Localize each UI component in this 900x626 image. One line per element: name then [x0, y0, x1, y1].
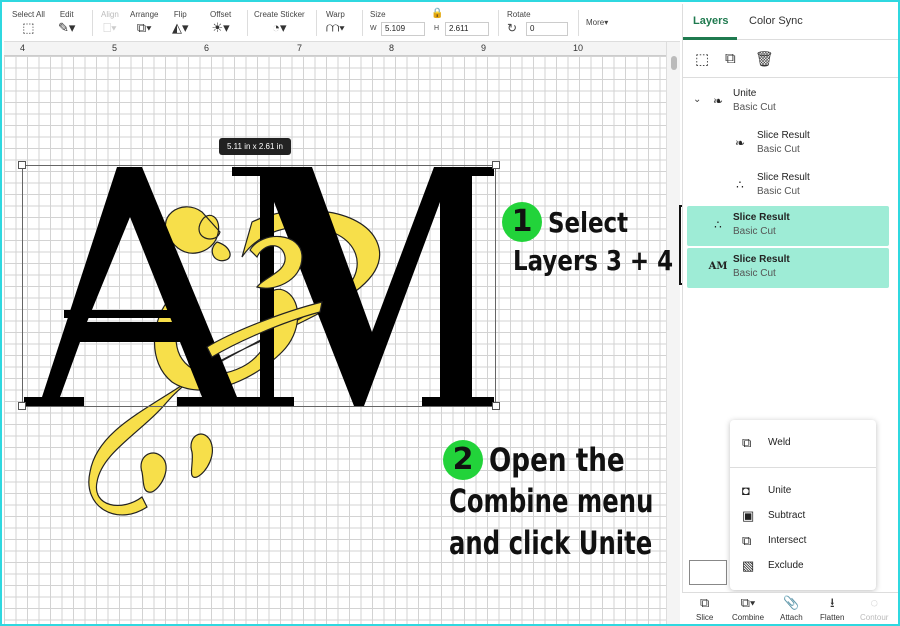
layer-type: Basic Cut	[733, 102, 776, 113]
unite-icon: ◘	[742, 483, 750, 498]
layer-thumbnail: AM	[708, 261, 728, 272]
layer-type: Basic Cut	[757, 144, 800, 155]
menu-item-label: Exclude	[768, 560, 804, 571]
weld-icon: ⧉	[742, 435, 752, 450]
slice-button[interactable]: ⧉ Slice	[696, 595, 713, 622]
chevron-down-icon[interactable]: ⌄	[693, 94, 701, 105]
screenshot-frame: Select All ⬚ Edit ✎▾ Align ⎕▾ Arrange ⧉▾…	[0, 0, 900, 626]
selection-dimension-label: 5.11 in x 2.61 in	[219, 138, 291, 155]
layer-thumbnail: ❧	[734, 136, 746, 150]
layer-thumbnail: ❧	[712, 94, 724, 108]
step-2-line-2: Combine menu	[449, 482, 654, 520]
layer-item-slice-result-selected[interactable]: ∴ Slice Result Basic Cut	[687, 206, 889, 246]
menu-item-weld[interactable]: ⧉ Weld	[730, 431, 876, 455]
bottom-action-bar: ⧉ Slice ⧉▾ Combine 📎 Attach ⭳ Flatten ◌ …	[682, 592, 898, 624]
contour-label: Contour	[860, 613, 889, 622]
flatten-icon: ⭳	[829, 595, 835, 610]
vertical-scrollbar[interactable]	[666, 42, 680, 624]
canvas-color-swatch[interactable]	[689, 560, 727, 585]
attach-icon: 📎	[783, 595, 800, 610]
combine-button[interactable]: ⧉▾ Combine	[732, 595, 764, 622]
layer-thumbnail: ∴	[736, 178, 744, 192]
group-icon[interactable]: ⬚	[695, 50, 709, 68]
menu-item-exclude[interactable]: ▧ Exclude	[730, 554, 876, 578]
step-2-badge: 2	[443, 440, 483, 480]
step-1-annotation: 1 Select	[502, 202, 645, 242]
step-2-line-1: Open the	[488, 441, 625, 479]
tab-layers[interactable]: Layers	[693, 15, 728, 27]
flatten-button[interactable]: ⭳ Flatten	[820, 595, 844, 622]
combine-label: Combine	[732, 613, 765, 622]
attach-button[interactable]: 📎 Attach	[780, 595, 803, 622]
attach-label: Attach	[780, 613, 803, 622]
menu-divider	[730, 467, 876, 468]
resize-handle-top-right[interactable]	[492, 161, 500, 169]
selection-bounding-box[interactable]	[22, 165, 496, 407]
layer-item-unite[interactable]: ❧ Unite Basic Cut	[707, 82, 893, 122]
layer-item-slice-result[interactable]: ∴ Slice Result Basic Cut	[729, 166, 893, 206]
intersect-icon: ⧉	[742, 533, 752, 548]
layer-item-slice-result[interactable]: ❧ Slice Result Basic Cut	[729, 124, 893, 164]
menu-item-label: Weld	[768, 437, 791, 448]
contour-icon: ◌	[870, 595, 879, 610]
step-1-badge: 1	[502, 202, 542, 242]
combine-menu: ⧉ Weld ◘ Unite ▣ Subtract ⧉ Intersect ▧ …	[730, 420, 876, 590]
resize-handle-bottom-left[interactable]	[18, 402, 26, 410]
step-2-line-3: and click Unite	[449, 524, 653, 562]
layer-item-slice-result-selected[interactable]: AM Slice Result Basic Cut	[687, 248, 889, 288]
flatten-label: Flatten	[820, 613, 845, 622]
layer-type: Basic Cut	[757, 186, 800, 197]
slice-label: Slice	[696, 613, 714, 622]
resize-handle-bottom-right[interactable]	[492, 402, 500, 410]
layer-thumbnail: ∴	[714, 218, 722, 232]
layer-name: Unite	[733, 88, 757, 99]
panel-tabs: Layers Color Sync	[683, 4, 898, 40]
scrollbar-thumb[interactable]	[671, 56, 677, 70]
duplicate-icon[interactable]: ⧉	[725, 50, 736, 67]
contour-button[interactable]: ◌ Contour	[860, 595, 888, 622]
layer-type: Basic Cut	[733, 268, 776, 279]
slice-icon: ⧉	[700, 595, 710, 610]
step-1-line-2: Layers 3 + 4	[513, 244, 674, 277]
layer-name: Slice Result	[757, 172, 810, 183]
menu-item-unite[interactable]: ◘ Unite	[730, 479, 876, 503]
menu-item-subtract[interactable]: ▣ Subtract	[730, 504, 876, 528]
menu-item-label: Unite	[768, 485, 792, 496]
combine-icon: ⧉▾	[740, 595, 756, 610]
step-2-annotation: 2 Open the	[443, 440, 654, 480]
menu-item-intersect[interactable]: ⧉ Intersect	[730, 529, 876, 553]
menu-item-label: Subtract	[768, 510, 806, 521]
layer-name: Slice Result	[757, 130, 810, 141]
layer-type: Basic Cut	[733, 226, 776, 237]
subtract-icon: ▣	[742, 508, 755, 523]
tab-color-sync[interactable]: Color Sync	[749, 15, 803, 27]
delete-icon[interactable]: 🗑	[755, 50, 774, 68]
layer-name: Slice Result	[733, 212, 790, 223]
layer-name: Slice Result	[733, 254, 790, 265]
resize-handle-top-left[interactable]	[18, 161, 26, 169]
menu-item-label: Intersect	[768, 535, 807, 546]
step-1-line-1: Select	[547, 205, 628, 239]
exclude-icon: ▧	[742, 558, 755, 573]
layer-actions: ⬚ ⧉ 🗑	[683, 40, 898, 78]
